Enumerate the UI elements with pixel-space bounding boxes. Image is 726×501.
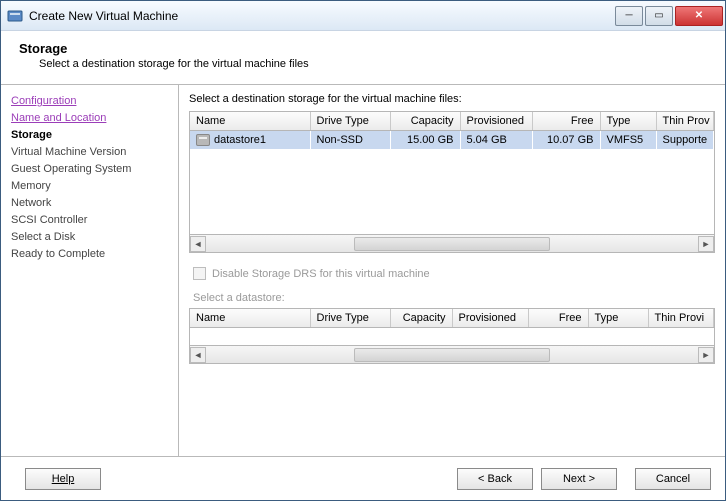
col-capacity[interactable]: Capacity xyxy=(390,112,460,131)
wizard-steps-sidebar: Configuration Name and Location Storage … xyxy=(1,85,179,456)
wizard-body: Configuration Name and Location Storage … xyxy=(1,85,725,456)
col2-type: Type xyxy=(588,309,648,328)
datastore-row[interactable]: datastore1 Non-SSD 15.00 GB 5.04 GB 10.0… xyxy=(190,131,714,150)
close-button[interactable]: ✕ xyxy=(675,6,723,26)
datastore-icon xyxy=(196,134,210,146)
wizard-window: Create New Virtual Machine ─ ▭ ✕ Storage… xyxy=(0,0,726,501)
col2-name: Name xyxy=(190,309,310,328)
col-provisioned[interactable]: Provisioned xyxy=(460,112,532,131)
page-subtitle: Select a destination storage for the vir… xyxy=(39,58,707,70)
minimize-button[interactable]: ─ xyxy=(615,6,643,26)
disable-drs-checkbox xyxy=(193,267,206,280)
col-drive-type[interactable]: Drive Type xyxy=(310,112,390,131)
col-type[interactable]: Type xyxy=(600,112,656,131)
page-title: Storage xyxy=(19,41,707,56)
step-vm-version: Virtual Machine Version xyxy=(11,144,168,161)
step-network: Network xyxy=(11,195,168,212)
disable-drs-label: Disable Storage DRS for this virtual mac… xyxy=(212,268,430,280)
scroll-track[interactable] xyxy=(206,237,698,251)
app-icon xyxy=(7,8,23,24)
step-ready-to-complete: Ready to Complete xyxy=(11,246,168,263)
scroll-right-icon[interactable]: ► xyxy=(698,236,714,252)
col2-provisioned: Provisioned xyxy=(452,309,528,328)
step-guest-os: Guest Operating System xyxy=(11,161,168,178)
scroll2-right-icon: ► xyxy=(698,347,714,363)
datastore-table[interactable]: Name Drive Type Capacity Provisioned Fre… xyxy=(189,111,715,235)
cluster-datastore-table: Name Drive Type Capacity Provisioned Fre… xyxy=(189,308,715,346)
cell-free: 10.07 GB xyxy=(532,131,600,150)
cancel-button[interactable]: Cancel xyxy=(635,468,711,490)
scroll2-left-icon: ◄ xyxy=(190,347,206,363)
wizard-header: Storage Select a destination storage for… xyxy=(1,31,725,85)
cell-type: VMFS5 xyxy=(600,131,656,150)
instruction-text: Select a destination storage for the vir… xyxy=(189,93,715,105)
back-button[interactable]: < Back xyxy=(457,468,533,490)
scroll2-thumb xyxy=(354,348,551,362)
col2-free: Free xyxy=(528,309,588,328)
table2-header-row: Name Drive Type Capacity Provisioned Fre… xyxy=(190,309,714,328)
step-storage: Storage xyxy=(11,127,168,144)
select-datastore-label: Select a datastore: xyxy=(193,292,715,304)
col-name[interactable]: Name xyxy=(190,112,310,131)
cell-name: datastore1 xyxy=(190,131,310,150)
col2-capacity: Capacity xyxy=(390,309,452,328)
window-title: Create New Virtual Machine xyxy=(29,9,615,23)
cell-thin: Supporte xyxy=(656,131,714,150)
scroll-thumb[interactable] xyxy=(354,237,551,251)
wizard-footer: Help < Back Next > Cancel xyxy=(1,456,725,500)
next-button[interactable]: Next > xyxy=(541,468,617,490)
step-configuration[interactable]: Configuration xyxy=(11,93,168,110)
datastore-table-hscroll[interactable]: ◄ ► xyxy=(189,235,715,253)
main-panel: Select a destination storage for the vir… xyxy=(179,85,725,456)
scroll-left-icon[interactable]: ◄ xyxy=(190,236,206,252)
scroll2-track xyxy=(206,348,698,362)
cell-drive-type: Non-SSD xyxy=(310,131,390,150)
step-memory: Memory xyxy=(11,178,168,195)
window-controls: ─ ▭ ✕ xyxy=(615,6,723,26)
titlebar: Create New Virtual Machine ─ ▭ ✕ xyxy=(1,1,725,31)
step-scsi-controller: SCSI Controller xyxy=(11,212,168,229)
table-header-row: Name Drive Type Capacity Provisioned Fre… xyxy=(190,112,714,131)
maximize-button[interactable]: ▭ xyxy=(645,6,673,26)
col-thin[interactable]: Thin Prov xyxy=(656,112,714,131)
cluster-table-hscroll: ◄ ► xyxy=(189,346,715,364)
disable-drs-row: Disable Storage DRS for this virtual mac… xyxy=(193,267,715,280)
cell-capacity: 15.00 GB xyxy=(390,131,460,150)
help-button[interactable]: Help xyxy=(25,468,101,490)
step-select-disk: Select a Disk xyxy=(11,229,168,246)
step-name-and-location[interactable]: Name and Location xyxy=(11,110,168,127)
col-free[interactable]: Free xyxy=(532,112,600,131)
cell-provisioned: 5.04 GB xyxy=(460,131,532,150)
col2-thin: Thin Provi xyxy=(648,309,714,328)
col2-drive-type: Drive Type xyxy=(310,309,390,328)
